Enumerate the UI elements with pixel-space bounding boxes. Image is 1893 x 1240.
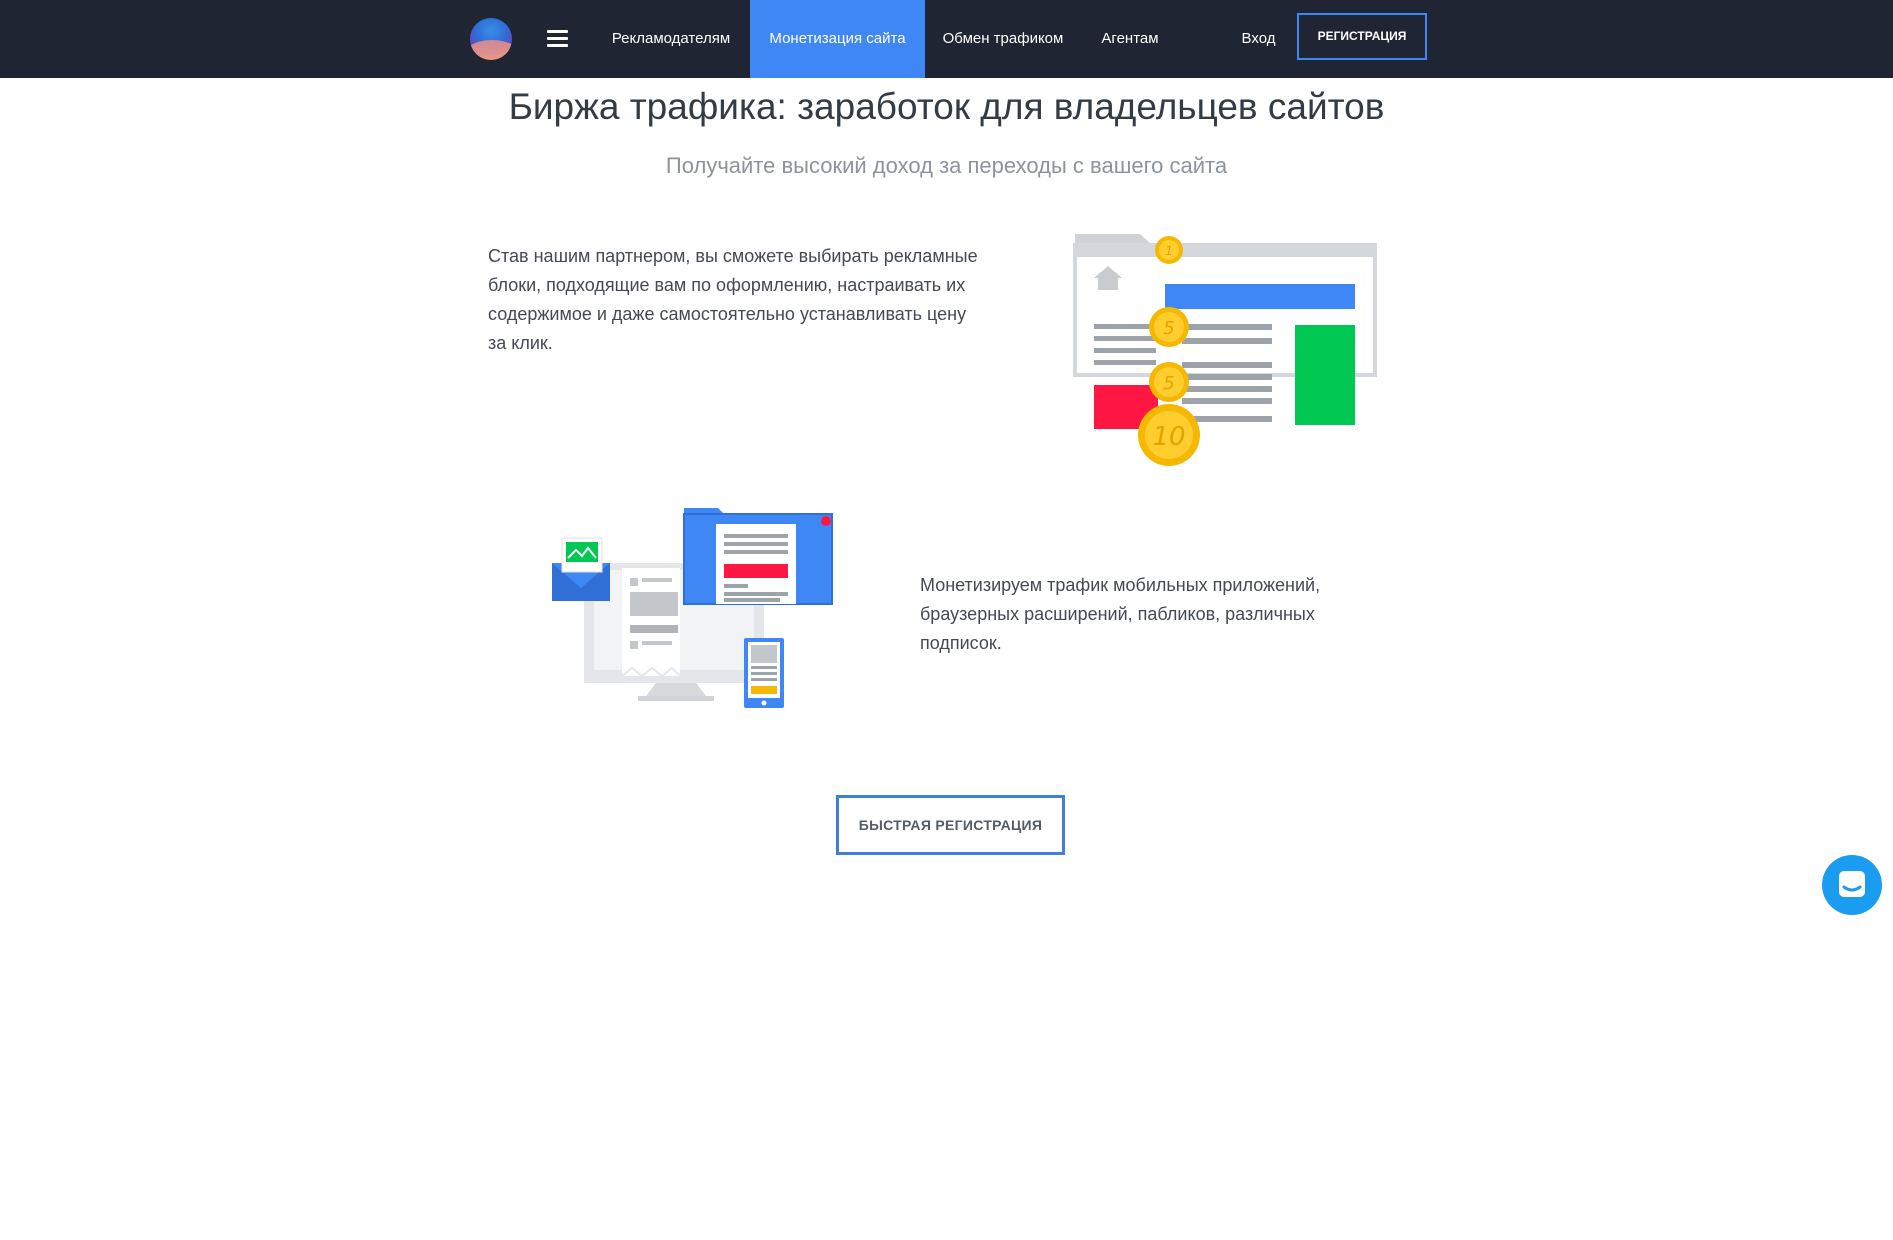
nav-advertisers[interactable]: Рекламодателям (606, 0, 736, 78)
coin-5-icon: 5 (1149, 307, 1189, 347)
page-subtitle: Получайте высокий доход за переходы с ва… (665, 153, 1228, 178)
page-title: Биржа трафика: заработок для владельцев … (508, 86, 1385, 127)
folder-window-icon (683, 508, 833, 605)
feature-description-partner: Став нашим партнером, вы сможете выбират… (488, 246, 978, 353)
smartphone-icon (744, 638, 784, 708)
feature-description-monetize: Монетизируем трафик мобильных приложений… (920, 575, 1321, 653)
svg-text:10: 10 (1152, 422, 1185, 452)
envelope-icon (552, 537, 610, 601)
devices-illustration (552, 508, 833, 708)
chat-icon (1839, 871, 1865, 897)
nav-traffic-exchange[interactable]: Обмен трафиком (938, 0, 1068, 78)
website-ads-coins-illustration: 1 5 5 10 (1073, 234, 1377, 466)
hamburger-menu-icon[interactable] (547, 30, 568, 48)
nav-site-monetization[interactable]: Монетизация сайта (750, 0, 925, 78)
quick-registration-button[interactable]: Быстрая регистрация (836, 795, 1065, 855)
chat-widget-button[interactable] (1822, 855, 1882, 915)
login-link[interactable]: Вход (1236, 0, 1281, 78)
logo-icon[interactable] (470, 18, 512, 60)
coin-5-icon: 5 (1149, 362, 1189, 402)
coin-1-icon: 1 (1155, 236, 1183, 264)
register-button[interactable]: Регистрация (1297, 13, 1427, 60)
top-navigation-bar: Рекламодателям Монетизация сайта Обмен т… (0, 0, 1893, 78)
coin-10-icon: 10 (1138, 404, 1200, 466)
svg-text:5: 5 (1163, 318, 1174, 339)
svg-text:1: 1 (1165, 244, 1173, 258)
nav-agents[interactable]: Агентам (1090, 0, 1170, 78)
svg-text:5: 5 (1163, 373, 1174, 394)
